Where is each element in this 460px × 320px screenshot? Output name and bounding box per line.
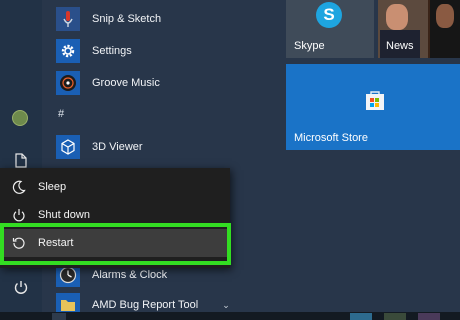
app-item-3d-viewer[interactable]: 3D Viewer — [56, 132, 280, 162]
restart-icon — [8, 232, 30, 254]
app-item-settings[interactable]: Settings — [56, 36, 280, 66]
app-label: Groove Music — [92, 77, 160, 89]
power-menu-shut-down[interactable]: Shut down — [0, 201, 230, 229]
power-menu-label: Shut down — [38, 209, 90, 221]
power-menu-label: Sleep — [38, 181, 67, 193]
power-menu: Sleep Shut down Restart — [0, 168, 230, 268]
gear-icon — [56, 39, 80, 63]
tile-microsoft-store[interactable]: Microsoft Store — [286, 64, 460, 150]
tile-label: News — [386, 40, 414, 52]
chevron-down-icon[interactable]: ⌄ — [222, 300, 230, 311]
document-icon[interactable] — [11, 150, 31, 170]
power-icon[interactable] — [11, 277, 31, 297]
tile-label: Microsoft Store — [294, 132, 368, 144]
app-label: Settings — [92, 45, 132, 57]
tile-area: S Skype News Microsoft Store — [286, 0, 460, 312]
taskbar-app-icon[interactable] — [418, 313, 440, 320]
user-avatar[interactable] — [12, 110, 28, 126]
app-label: 3D Viewer — [92, 141, 143, 153]
tile-area-empty — [286, 154, 460, 312]
skype-icon: S — [316, 2, 342, 28]
snip-sketch-icon — [56, 7, 80, 31]
app-item-groove-music[interactable]: Groove Music — [56, 68, 280, 98]
tile-skype[interactable]: S Skype — [286, 0, 374, 58]
app-label: Alarms & Clock — [92, 269, 168, 281]
section-letter-hash[interactable]: # — [58, 108, 64, 120]
power-icon — [8, 204, 30, 226]
store-bag-icon — [363, 88, 387, 112]
tile-label: Skype — [294, 40, 325, 52]
app-label: Snip & Sketch — [92, 13, 162, 25]
app-item-snip-sketch[interactable]: Snip & Sketch — [56, 4, 280, 34]
taskbar-app-icon[interactable] — [350, 313, 372, 320]
news-photo-right — [430, 0, 460, 58]
tile-news[interactable]: News — [378, 0, 460, 58]
app-label: AMD Bug Report Tool — [92, 299, 199, 311]
taskbar-app-icon[interactable] — [384, 313, 406, 320]
power-menu-restart[interactable]: Restart — [0, 229, 230, 257]
hamburger-icon[interactable] — [11, 8, 31, 28]
moon-icon — [8, 176, 30, 198]
cube-icon — [56, 135, 80, 159]
power-menu-sleep[interactable]: Sleep — [0, 173, 230, 201]
taskbar-search-icon[interactable] — [52, 313, 66, 320]
power-menu-label: Restart — [38, 237, 74, 249]
groove-music-icon — [56, 71, 80, 95]
